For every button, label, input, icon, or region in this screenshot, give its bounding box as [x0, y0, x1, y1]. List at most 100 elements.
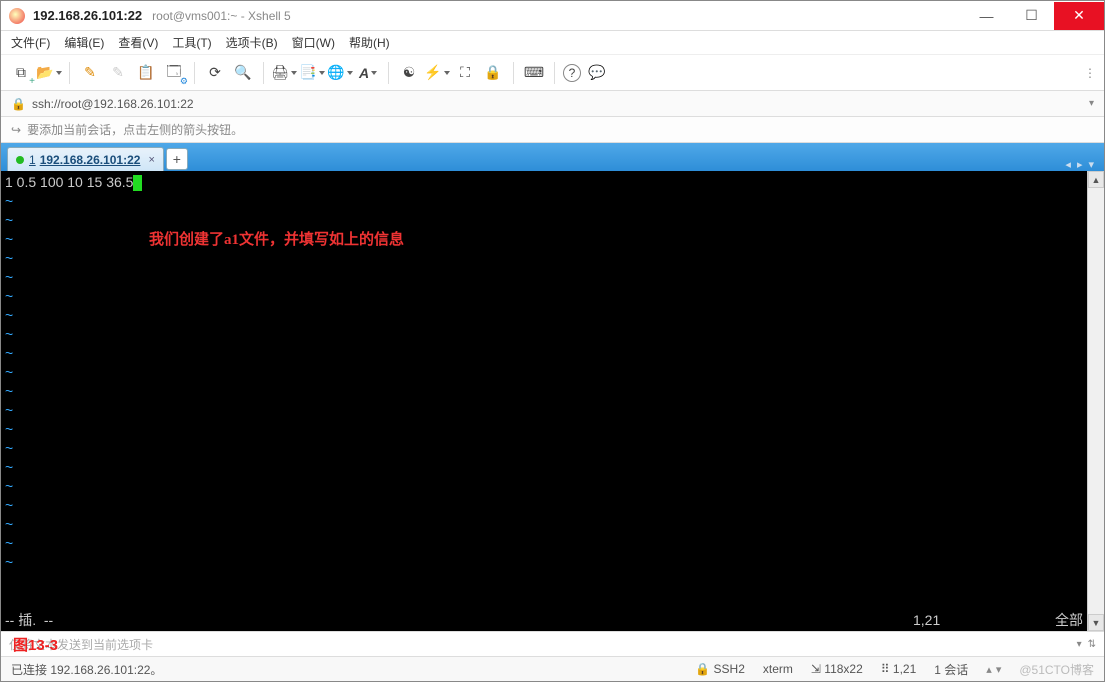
sendbar-dropdown-icon[interactable]: ▾ [1077, 639, 1082, 650]
separator [554, 62, 555, 84]
window-controls: — ☐ ✕ [964, 2, 1104, 30]
globe-icon[interactable]: 🌐 [328, 61, 352, 85]
status-size: ⇲ 118x22 [811, 662, 863, 676]
edit-icon[interactable]: ✎ [78, 61, 102, 85]
nav-down-icon[interactable]: ▾ [996, 663, 1002, 676]
nav-up-icon[interactable]: ▴ [986, 663, 992, 676]
chat-icon[interactable]: 💬 [585, 61, 609, 85]
tilde: ~ [5, 402, 13, 418]
vim-position: 1,21 [913, 611, 1033, 629]
close-button[interactable]: ✕ [1054, 2, 1104, 30]
tilde: ~ [5, 554, 13, 570]
tilde: ~ [5, 326, 13, 342]
menu-view[interactable]: 查看(V) [118, 34, 158, 51]
scrollbar[interactable]: ▲ ▼ [1087, 171, 1104, 631]
menu-help[interactable]: 帮助(H) [349, 34, 390, 51]
statusbar: 已连接 192.168.26.101:22。 🔒 SSH2 xterm ⇲ 11… [1, 657, 1104, 681]
help-icon[interactable]: ? [563, 64, 581, 82]
menu-file[interactable]: 文件(F) [11, 34, 50, 51]
separator [513, 62, 514, 84]
status-pos: ⠿ 1,21 [881, 662, 916, 676]
scroll-up-icon[interactable]: ▲ [1088, 171, 1104, 188]
tilde: ~ [5, 288, 13, 304]
separator [263, 62, 264, 84]
tilde: ~ [5, 212, 13, 228]
script-icon[interactable]: ⚡ [425, 61, 449, 85]
tilde: ~ [5, 307, 13, 323]
keyboard-icon[interactable]: ⌨ [522, 61, 546, 85]
tab-prev-icon[interactable]: ◂ [1065, 158, 1071, 171]
title-rest: root@vms001:~ - Xshell 5 [152, 9, 291, 23]
tilde: ~ [5, 497, 13, 513]
tilde: ~ [5, 459, 13, 475]
terminal-line: 1 0.5 100 10 15 36.5 [5, 174, 133, 190]
separator [194, 62, 195, 84]
session-tab[interactable]: 1 192.168.26.101:22 × [7, 147, 164, 171]
tab-label: 192.168.26.101:22 [40, 153, 141, 167]
sync-icon[interactable]: ☯ [397, 61, 421, 85]
tilde: ~ [5, 364, 13, 380]
status-connected: 已连接 192.168.26.101:22。 [11, 661, 677, 678]
new-tab-button[interactable]: + [166, 148, 188, 170]
tilde: ~ [5, 231, 13, 247]
menu-tools[interactable]: 工具(T) [172, 34, 211, 51]
reconnect-icon[interactable]: ⟳ [203, 61, 227, 85]
tabstrip: 1 192.168.26.101:22 × + ◂ ▸ ▾ [1, 143, 1104, 171]
toolbar: ⧉+ 📂 ✎ ✎ 📋 🗔⚙ ⟳ 🔍 🖨 📑 🌐 A ☯ ⚡ ⛶ 🔒 ⌨ ? 💬 … [1, 55, 1104, 91]
tilde: ~ [5, 535, 13, 551]
watermark: @51CTO博客 [1019, 661, 1094, 678]
vim-statusline: -- 插. -- 1,21 全部 [5, 611, 1083, 629]
tilde: ~ [5, 516, 13, 532]
print-icon[interactable]: 🖨 [272, 61, 296, 85]
lock-small-icon: 🔒 [11, 97, 26, 111]
title-ip: 192.168.26.101:22 [33, 8, 142, 23]
tilde: ~ [5, 269, 13, 285]
tilde: ~ [5, 250, 13, 266]
font-icon[interactable]: A [356, 61, 380, 85]
menu-window[interactable]: 窗口(W) [292, 34, 335, 51]
tilde: ~ [5, 383, 13, 399]
address-url[interactable]: ssh://root@192.168.26.101:22 [32, 97, 194, 111]
lock-icon[interactable]: 🔒 [481, 61, 505, 85]
tilde: ~ [5, 440, 13, 456]
toolbar-overflow[interactable]: ⋮ [1084, 66, 1094, 80]
terminal[interactable]: 1 0.5 100 10 15 36.5 ~ ~ ~ ~ ~ ~ ~ ~ ~ ~… [1, 171, 1087, 631]
fullscreen-icon[interactable]: ⛶ [453, 61, 477, 85]
tilde: ~ [5, 421, 13, 437]
figure-label: 图13-3 [13, 634, 58, 655]
tab-close-icon[interactable]: × [148, 154, 154, 166]
status-sessions: 1 会话 [934, 661, 968, 678]
search-icon[interactable]: 🔍 [231, 61, 255, 85]
menubar: 文件(F) 编辑(E) 查看(V) 工具(T) 选项卡(B) 窗口(W) 帮助(… [1, 31, 1104, 55]
paste-icon[interactable]: 📋 [134, 61, 158, 85]
status-proto: 🔒 SSH2 [695, 662, 745, 676]
transfer-icon[interactable]: 📑 [300, 61, 324, 85]
status-nav: ▴ ▾ [986, 663, 1001, 676]
add-arrow-icon[interactable]: ↪ [11, 123, 21, 137]
separator [69, 62, 70, 84]
sendbar: 仅将文本发送到当前选项卡 图13-3 ▾ ⇅ [1, 631, 1104, 657]
tab-nav: ◂ ▸ ▾ [1065, 158, 1098, 171]
props-icon[interactable]: 🗔⚙ [162, 61, 186, 85]
tab-next-icon[interactable]: ▸ [1077, 158, 1083, 171]
address-dropdown-icon[interactable]: ▾ [1089, 98, 1094, 109]
sendbar-toggle-icon[interactable]: ⇅ [1088, 639, 1096, 650]
copy-icon[interactable]: ✎ [106, 61, 130, 85]
tilde: ~ [5, 193, 13, 209]
hintbar: ↪ 要添加当前会话，点击左侧的箭头按钮。 [1, 117, 1104, 143]
tab-list-icon[interactable]: ▾ [1088, 158, 1094, 171]
maximize-button[interactable]: ☐ [1009, 2, 1054, 30]
cursor [133, 175, 142, 191]
addressbar: 🔒 ssh://root@192.168.26.101:22 ▾ [1, 91, 1104, 117]
new-session-icon[interactable]: ⧉+ [9, 61, 33, 85]
minimize-button[interactable]: — [964, 2, 1009, 30]
sendbar-controls: ▾ ⇅ [1077, 639, 1096, 650]
menu-tabs[interactable]: 选项卡(B) [226, 34, 278, 51]
annotation-text: 我们创建了a1文件，并填写如上的信息 [149, 231, 404, 249]
open-icon[interactable]: 📂 [37, 61, 61, 85]
menu-edit[interactable]: 编辑(E) [64, 34, 104, 51]
scroll-down-icon[interactable]: ▼ [1088, 614, 1104, 631]
scroll-track[interactable] [1088, 188, 1104, 614]
titlebar: 192.168.26.101:22 root@vms001:~ - Xshell… [1, 1, 1104, 31]
tilde: ~ [5, 478, 13, 494]
